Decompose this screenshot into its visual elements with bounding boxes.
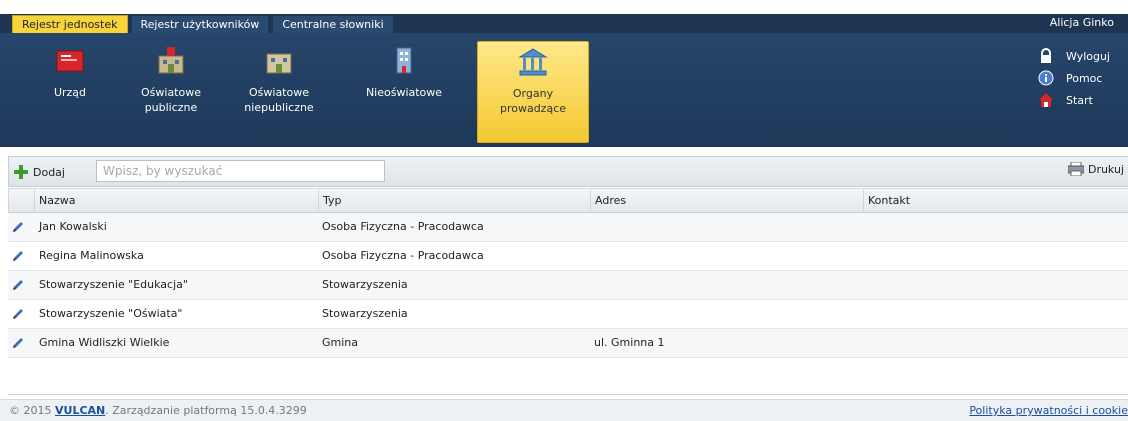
- ribbon-oswiatowe-publiczne-button[interactable]: Oświatowe publiczne: [131, 41, 211, 143]
- footer: © 2015 VULCAN. Zarządzanie platformą 15.…: [0, 399, 1128, 421]
- table-empty-area: [8, 358, 1128, 395]
- logout-link[interactable]: Wyloguj: [1028, 45, 1118, 67]
- ribbon-oswiatowe-niepubliczne-button[interactable]: Oświatowe niepubliczne: [236, 41, 322, 143]
- top-navigation: Rejestr jednostek Rejestr użytkowników C…: [0, 0, 1128, 33]
- cell-nazwa: Stowarzyszenie "Oświata": [39, 307, 183, 320]
- module-tabs: Rejestr jednostek Rejestr użytkowników C…: [12, 15, 397, 33]
- print-button-label: Drukuj: [1087, 162, 1124, 176]
- plus-icon: [14, 165, 28, 179]
- governing-body-icon: [518, 48, 548, 76]
- private-school-icon: [266, 53, 292, 74]
- cell-typ: Stowarzyszenia: [322, 278, 408, 291]
- info-icon: [1038, 70, 1054, 86]
- cell-typ: Stowarzyszenia: [322, 307, 408, 320]
- cell-nazwa: Stowarzyszenie "Edukacja": [39, 278, 188, 291]
- tab-rejestr-jednostek[interactable]: Rejestr jednostek: [12, 15, 128, 33]
- printer-icon: [1067, 162, 1084, 176]
- cell-nazwa: Regina Malinowska: [39, 249, 144, 262]
- cell-typ: Gmina: [322, 336, 359, 349]
- ribbon-oswiatowe-publiczne-label-2: publiczne: [144, 101, 198, 114]
- help-label: Pomoc: [1066, 71, 1103, 85]
- ribbon-oswiatowe-niepubliczne-label-1: Oświatowe: [249, 86, 309, 99]
- logout-label: Wyloguj: [1066, 49, 1110, 63]
- pencil-icon[interactable]: [11, 249, 25, 263]
- user-name[interactable]: Alicja Ginko: [1050, 16, 1114, 29]
- table-row[interactable]: Gmina Widliszki Wielkie Gmina ul. Gminna…: [8, 329, 1128, 358]
- cell-typ: Osoba Fizyczna - Pracodawca: [322, 220, 484, 233]
- ribbon-nieoswiatowe-label: Nieoświatowe: [365, 86, 443, 99]
- start-label: Start: [1066, 93, 1093, 107]
- vendor-link[interactable]: VULCAN: [55, 404, 105, 417]
- column-header-adres[interactable]: Adres: [590, 189, 863, 213]
- privacy-policy-link[interactable]: Polityka prywatności i cookie: [969, 404, 1128, 417]
- ribbon-oswiatowe-publiczne-label-1: Oświatowe: [141, 86, 201, 99]
- help-link[interactable]: Pomoc: [1028, 67, 1118, 89]
- table-row[interactable]: Regina Malinowska Osoba Fizyczna - Praco…: [8, 242, 1128, 271]
- cell-typ: Osoba Fizyczna - Pracodawca: [322, 249, 484, 262]
- ribbon-urzad-button[interactable]: Urząd: [36, 41, 104, 143]
- ribbon-organy-prowadzace-label-1: Organy: [512, 87, 554, 100]
- units-table: Nazwa Typ Adres Kontakt Jan Kowalski Oso…: [8, 188, 1128, 395]
- cell-nazwa: Gmina Widliszki Wielkie: [39, 336, 170, 349]
- copyright-suffix: . Zarządzanie platformą 15.0.4.3299: [105, 404, 307, 417]
- copyright-prefix: © 2015: [9, 404, 55, 417]
- start-link[interactable]: Start: [1028, 89, 1118, 111]
- column-header-kontakt[interactable]: Kontakt: [863, 189, 1128, 213]
- non-educational-building-icon: [396, 47, 412, 74]
- column-header-typ[interactable]: Typ: [318, 189, 590, 213]
- pencil-icon[interactable]: [11, 278, 25, 292]
- home-icon: [1039, 93, 1053, 107]
- tab-centralne-slowniki[interactable]: Centralne słowniki: [272, 15, 394, 33]
- ribbon: Urząd Oświatowe publiczne Oświatowe niep…: [0, 33, 1128, 147]
- lock-icon: [1041, 48, 1051, 63]
- pencil-icon[interactable]: [11, 336, 25, 350]
- add-button-label: Dodaj: [33, 165, 65, 179]
- table-row[interactable]: Stowarzyszenie "Edukacja" Stowarzyszenia: [8, 271, 1128, 300]
- table-row[interactable]: Jan Kowalski Osoba Fizyczna - Pracodawca: [8, 213, 1128, 242]
- column-header-edit: [8, 189, 34, 213]
- pencil-icon[interactable]: [11, 220, 25, 234]
- public-school-icon: [158, 47, 184, 74]
- cell-adres: ul. Gminna 1: [594, 336, 665, 349]
- ribbon-urzad-label: Urząd: [53, 86, 87, 99]
- table-row[interactable]: Stowarzyszenie "Oświata" Stowarzyszenia: [8, 300, 1128, 329]
- column-header-nazwa[interactable]: Nazwa: [34, 189, 318, 213]
- add-button[interactable]: Dodaj: [13, 161, 65, 183]
- cell-nazwa: Jan Kowalski: [39, 220, 107, 233]
- tab-rejestr-uzytkownikow[interactable]: Rejestr użytkowników: [130, 15, 270, 33]
- table-header: Nazwa Typ Adres Kontakt: [8, 188, 1128, 213]
- ribbon-organy-prowadzace-label-2: prowadzące: [499, 102, 567, 115]
- ribbon-nieoswiatowe-button[interactable]: Nieoświatowe: [356, 41, 452, 143]
- search-input[interactable]: [96, 160, 385, 182]
- pencil-icon[interactable]: [11, 307, 25, 321]
- print-button[interactable]: Drukuj: [1067, 162, 1124, 176]
- ribbon-right-links: Wyloguj Pomoc Start: [1028, 45, 1118, 111]
- copyright-text: © 2015 VULCAN. Zarządzanie platformą 15.…: [9, 404, 307, 417]
- ribbon-oswiatowe-niepubliczne-label-2: niepubliczne: [244, 101, 314, 114]
- ribbon-organy-prowadzace-button[interactable]: Organy prowadzące: [477, 41, 589, 143]
- grid-toolbar: Dodaj Drukuj: [8, 156, 1128, 187]
- office-building-icon: [56, 50, 84, 72]
